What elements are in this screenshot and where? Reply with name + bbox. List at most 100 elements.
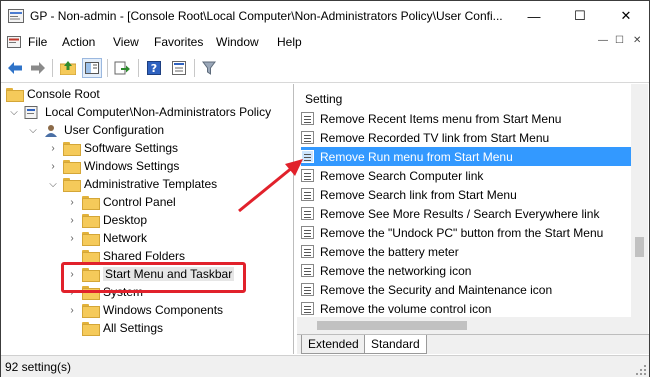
- chevron-right-icon[interactable]: ›: [66, 215, 78, 226]
- chevron-right-icon[interactable]: ›: [66, 305, 78, 316]
- setting-row[interactable]: Remove the Security and Maintenance icon: [301, 280, 631, 299]
- folder-icon: [82, 250, 100, 264]
- vertical-scrollbar[interactable]: [631, 84, 648, 337]
- tree-item-label: Desktop: [103, 213, 148, 227]
- help-icon[interactable]: ?: [144, 58, 164, 78]
- folder-icon: [82, 304, 100, 318]
- view-tabs: Extended Standard: [297, 334, 649, 354]
- column-header-setting[interactable]: Setting: [305, 92, 342, 106]
- chevron-down-icon[interactable]: ⌵: [8, 107, 20, 118]
- properties-icon[interactable]: [169, 58, 189, 78]
- menu-view[interactable]: View: [113, 35, 139, 49]
- policy-setting-icon: [301, 169, 314, 182]
- tree-item-local-computer[interactable]: ⌵ Local Computer\Non-Administrators Poli…: [8, 103, 271, 121]
- tree-item-label: Control Panel: [103, 195, 176, 209]
- tree-item-label: Software Settings: [84, 141, 179, 155]
- gp-app-icon: [8, 9, 24, 23]
- tab-standard[interactable]: Standard: [364, 335, 427, 354]
- tab-extended[interactable]: Extended: [301, 335, 366, 354]
- setting-label: Remove the battery meter: [320, 244, 459, 259]
- setting-row[interactable]: Remove the networking icon: [301, 261, 631, 280]
- tree-pane: Console Root ⌵ Local Computer\Non-Admini…: [2, 84, 294, 354]
- chevron-down-icon[interactable]: ⌵: [27, 125, 39, 136]
- setting-row[interactable]: Remove Run menu from Start Menu: [301, 147, 631, 166]
- setting-row[interactable]: Remove the volume control icon: [301, 299, 631, 318]
- chevron-right-icon[interactable]: ›: [47, 161, 59, 172]
- tree-item-administrative-templates[interactable]: ⌵ Administrative Templates: [47, 175, 217, 193]
- setting-label: Remove the volume control icon: [320, 301, 492, 316]
- setting-row[interactable]: Remove Recent Items menu from Start Menu: [301, 109, 631, 128]
- chevron-right-icon[interactable]: ›: [47, 143, 59, 154]
- export-list-icon[interactable]: [112, 58, 132, 78]
- mdi-close-button[interactable]: ✕: [633, 35, 641, 46]
- policy-setting-icon: [301, 112, 314, 125]
- policy-setting-icon: [301, 188, 314, 201]
- tree-item-user-configuration[interactable]: ⌵ User Configuration: [27, 121, 164, 139]
- tree-item-label: Administrative Templates: [84, 177, 218, 191]
- menu-action[interactable]: Action: [62, 35, 95, 49]
- mdi-minimize-button[interactable]: —: [598, 35, 608, 46]
- close-button[interactable]: ✕: [603, 1, 649, 31]
- tree-item-label: All Settings: [103, 321, 164, 335]
- policy-setting-icon: [301, 150, 314, 163]
- policy-setting-icon: [301, 245, 314, 258]
- minimize-button[interactable]: —: [511, 1, 557, 31]
- setting-label: Remove the networking icon: [320, 263, 472, 278]
- folder-icon: [63, 160, 81, 174]
- chevron-right-icon[interactable]: ›: [66, 233, 78, 244]
- system-menu-icon[interactable]: [7, 36, 21, 48]
- tree-item-all-settings[interactable]: All Settings: [66, 319, 163, 337]
- tree-item-windows-settings[interactable]: › Windows Settings: [47, 157, 179, 175]
- menu-bar: File Action View Favorites Window Help —…: [1, 31, 649, 53]
- up-folder-icon[interactable]: [58, 58, 78, 78]
- setting-row[interactable]: Remove the battery meter: [301, 242, 631, 261]
- annotation-highlight-box: [61, 262, 246, 293]
- menu-window[interactable]: Window: [216, 35, 259, 49]
- vertical-scroll-thumb[interactable]: [635, 237, 644, 257]
- setting-row[interactable]: Remove See More Results / Search Everywh…: [301, 204, 631, 223]
- policy-setting-icon: [301, 283, 314, 296]
- status-text: 92 setting(s): [5, 360, 72, 374]
- folder-icon: [82, 214, 100, 228]
- tree-item-windows-components[interactable]: › Windows Components: [66, 301, 223, 319]
- policy-setting-icon: [301, 302, 314, 315]
- forward-icon[interactable]: [28, 58, 48, 78]
- horizontal-scroll-thumb[interactable]: [317, 321, 467, 330]
- menu-favorites[interactable]: Favorites: [154, 35, 203, 49]
- show-hide-tree-icon[interactable]: [82, 58, 102, 78]
- back-icon[interactable]: [5, 58, 25, 78]
- maximize-button[interactable]: ☐: [557, 1, 603, 31]
- tree-item-label: Windows Settings: [84, 159, 180, 173]
- mdi-restore-button[interactable]: ☐: [615, 35, 624, 46]
- window-title: GP - Non-admin - [Console Root\Local Com…: [30, 9, 503, 23]
- setting-label: Remove Recent Items menu from Start Menu: [320, 111, 562, 126]
- tree-item-console-root[interactable]: Console Root: [6, 85, 100, 103]
- menu-help[interactable]: Help: [277, 35, 302, 49]
- tree-item-label: Console Root: [27, 87, 100, 101]
- chevron-right-icon[interactable]: ›: [66, 197, 78, 208]
- tree-item-desktop[interactable]: › Desktop: [66, 211, 147, 229]
- menu-file[interactable]: File: [28, 35, 47, 49]
- folder-icon: [63, 142, 81, 156]
- tree-item-label: Network: [103, 231, 148, 245]
- setting-label: Remove Run menu from Start Menu: [320, 149, 513, 164]
- setting-row[interactable]: Remove the "Undock PC" button from the S…: [301, 223, 631, 242]
- setting-label: Remove Search link from Start Menu: [320, 187, 517, 202]
- folder-icon: [82, 322, 100, 336]
- setting-row[interactable]: Remove Recorded TV link from Start Menu: [301, 128, 631, 147]
- policy-setting-icon: [301, 226, 314, 239]
- tree-item-software-settings[interactable]: › Software Settings: [47, 139, 178, 157]
- chevron-down-icon[interactable]: ⌵: [47, 179, 59, 190]
- tree-item-network[interactable]: › Network: [66, 229, 147, 247]
- folder-icon: [82, 196, 100, 210]
- setting-label: Remove Recorded TV link from Start Menu: [320, 130, 550, 145]
- horizontal-scrollbar[interactable]: [297, 317, 631, 334]
- setting-label: Remove See More Results / Search Everywh…: [320, 206, 600, 221]
- filter-icon[interactable]: [199, 58, 219, 78]
- folder-icon: [63, 178, 81, 192]
- setting-row[interactable]: Remove Search link from Start Menu: [301, 185, 631, 204]
- setting-row[interactable]: Remove Search Computer link: [301, 166, 631, 185]
- resize-grip-icon[interactable]: [636, 365, 646, 375]
- tree-item-control-panel[interactable]: › Control Panel: [66, 193, 176, 211]
- tree-item-label: Shared Folders: [103, 249, 186, 263]
